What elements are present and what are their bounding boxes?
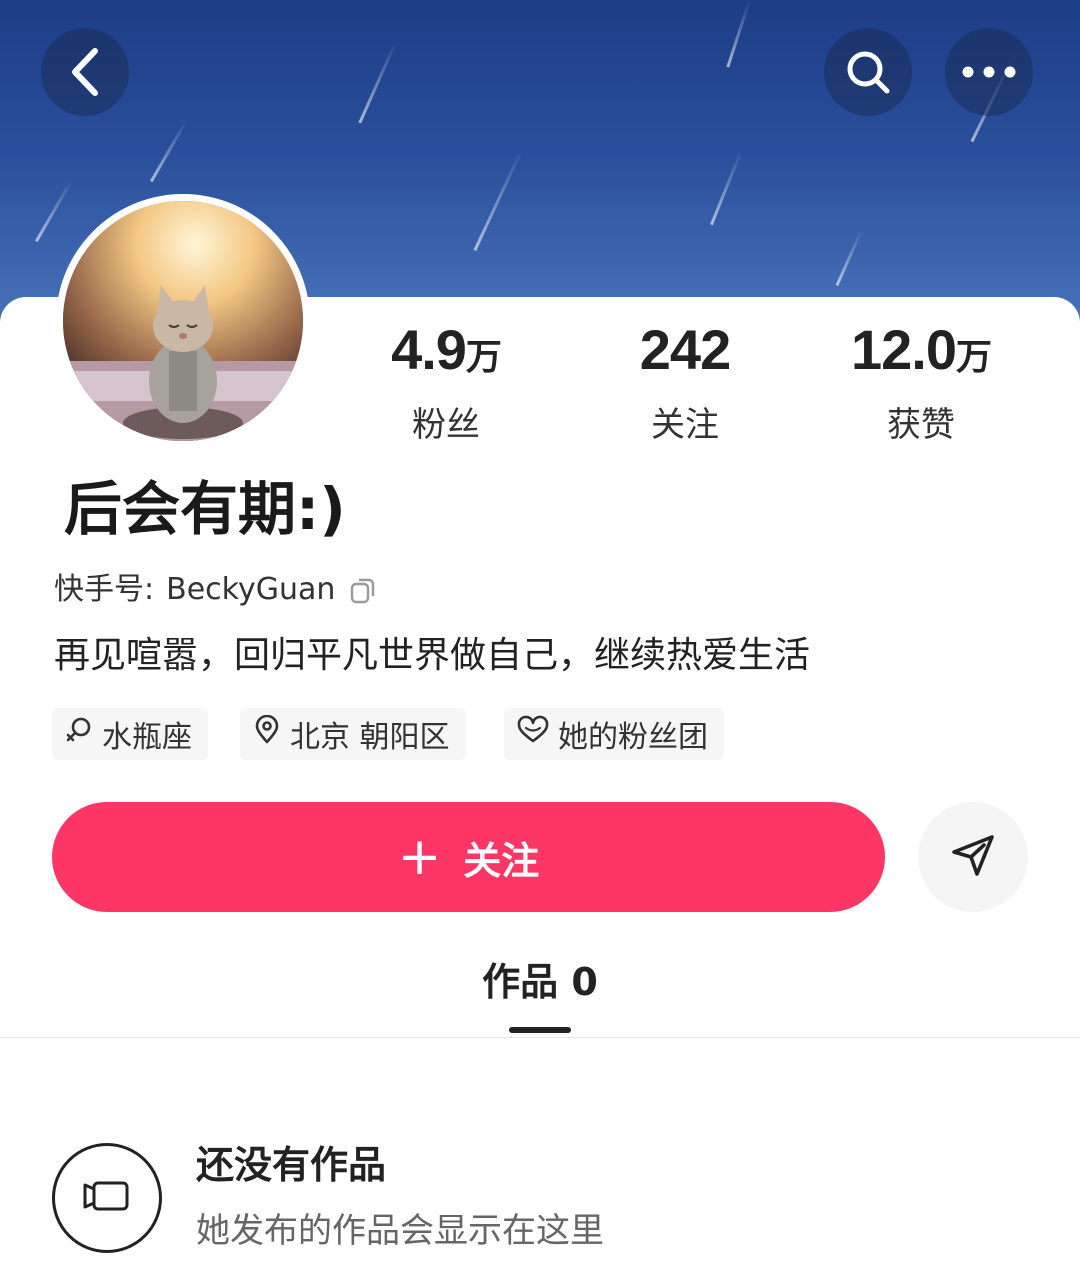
tag-location[interactable]: 北京 朝阳区 [240,708,466,760]
stat-label: 获赞 [887,405,955,445]
stat-number: 12.0万 [850,318,992,381]
search-icon [845,49,891,95]
tab-works[interactable]: 作品 0 [0,956,1080,1008]
profile-bio: 再见喧嚣，回归平凡世界做自己，继续热爱生活 [54,635,811,676]
follow-button[interactable]: + 关注 [52,802,885,912]
back-button[interactable] [41,28,129,116]
kwai-id-value: BeckyGuan [166,572,336,607]
zodiac-icon [64,715,102,753]
stat-number: 242 [639,318,731,381]
stat-followers[interactable]: 4.9万 粉丝 [346,318,546,445]
kwai-id: 快手号: BeckyGuan [54,570,379,610]
empty-state-description: 她发布的作品会显示在这里 [196,1211,604,1251]
empty-state-title: 还没有作品 [196,1143,387,1187]
stat-likes[interactable]: 12.0万 获赞 [821,318,1021,445]
send-icon [950,832,996,882]
more-dots-icon [961,65,1017,79]
tag-label: 她的粉丝团 [558,720,708,755]
tag-label: 北京 朝阳区 [290,720,450,755]
empty-state-icon-circle [52,1143,162,1253]
stat-label: 关注 [651,405,719,445]
kwai-id-label: 快手号: [54,572,155,607]
profile-nickname: 后会有期:) [64,475,346,543]
tag-zodiac[interactable]: 水瓶座 [52,708,208,760]
heart-icon [516,715,558,753]
more-button[interactable] [945,28,1033,116]
location-pin-icon [252,714,290,753]
tab-indicator [509,1027,571,1033]
follow-button-label: 关注 [463,838,540,883]
plus-icon: + [397,827,442,887]
avatar-image [63,201,303,441]
tag-label: 水瓶座 [102,720,192,755]
tab-divider [0,1037,1080,1038]
tag-fan-club[interactable]: 她的粉丝团 [504,708,724,760]
video-camera-icon [81,1178,133,1218]
send-message-button[interactable] [918,802,1028,912]
stat-number: 4.9万 [391,318,502,381]
stat-label: 粉丝 [412,405,480,445]
search-button[interactable] [824,28,912,116]
stat-following[interactable]: 242 关注 [585,318,785,445]
avatar[interactable] [56,194,310,448]
chevron-left-icon [65,46,105,98]
copy-icon[interactable] [349,575,379,605]
